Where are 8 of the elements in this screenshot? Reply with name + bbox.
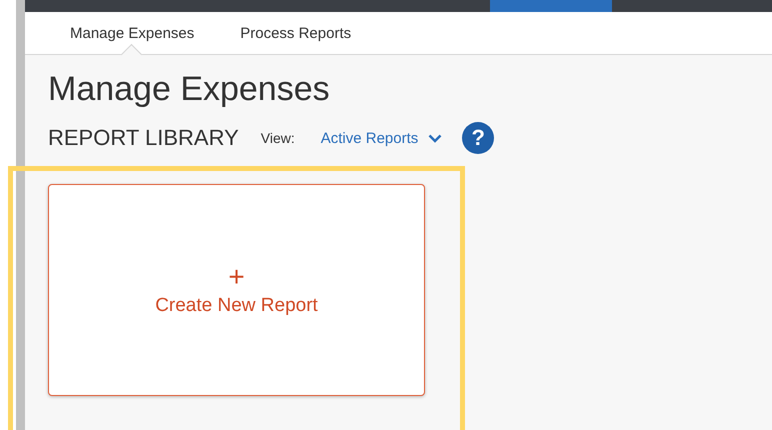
tab[interactable]: Process Reports: [240, 12, 352, 54]
view-label: View:: [260, 130, 295, 146]
view-dropdown[interactable]: Active Reports: [320, 130, 442, 146]
page-title: Manage Expenses: [48, 69, 331, 109]
create-report-card[interactable]: + Create New Report: [48, 184, 425, 396]
help-button[interactable]: ?: [462, 122, 494, 154]
chevron-down-icon: [428, 134, 442, 142]
section-title: REPORT LIBRARY: [48, 125, 239, 151]
